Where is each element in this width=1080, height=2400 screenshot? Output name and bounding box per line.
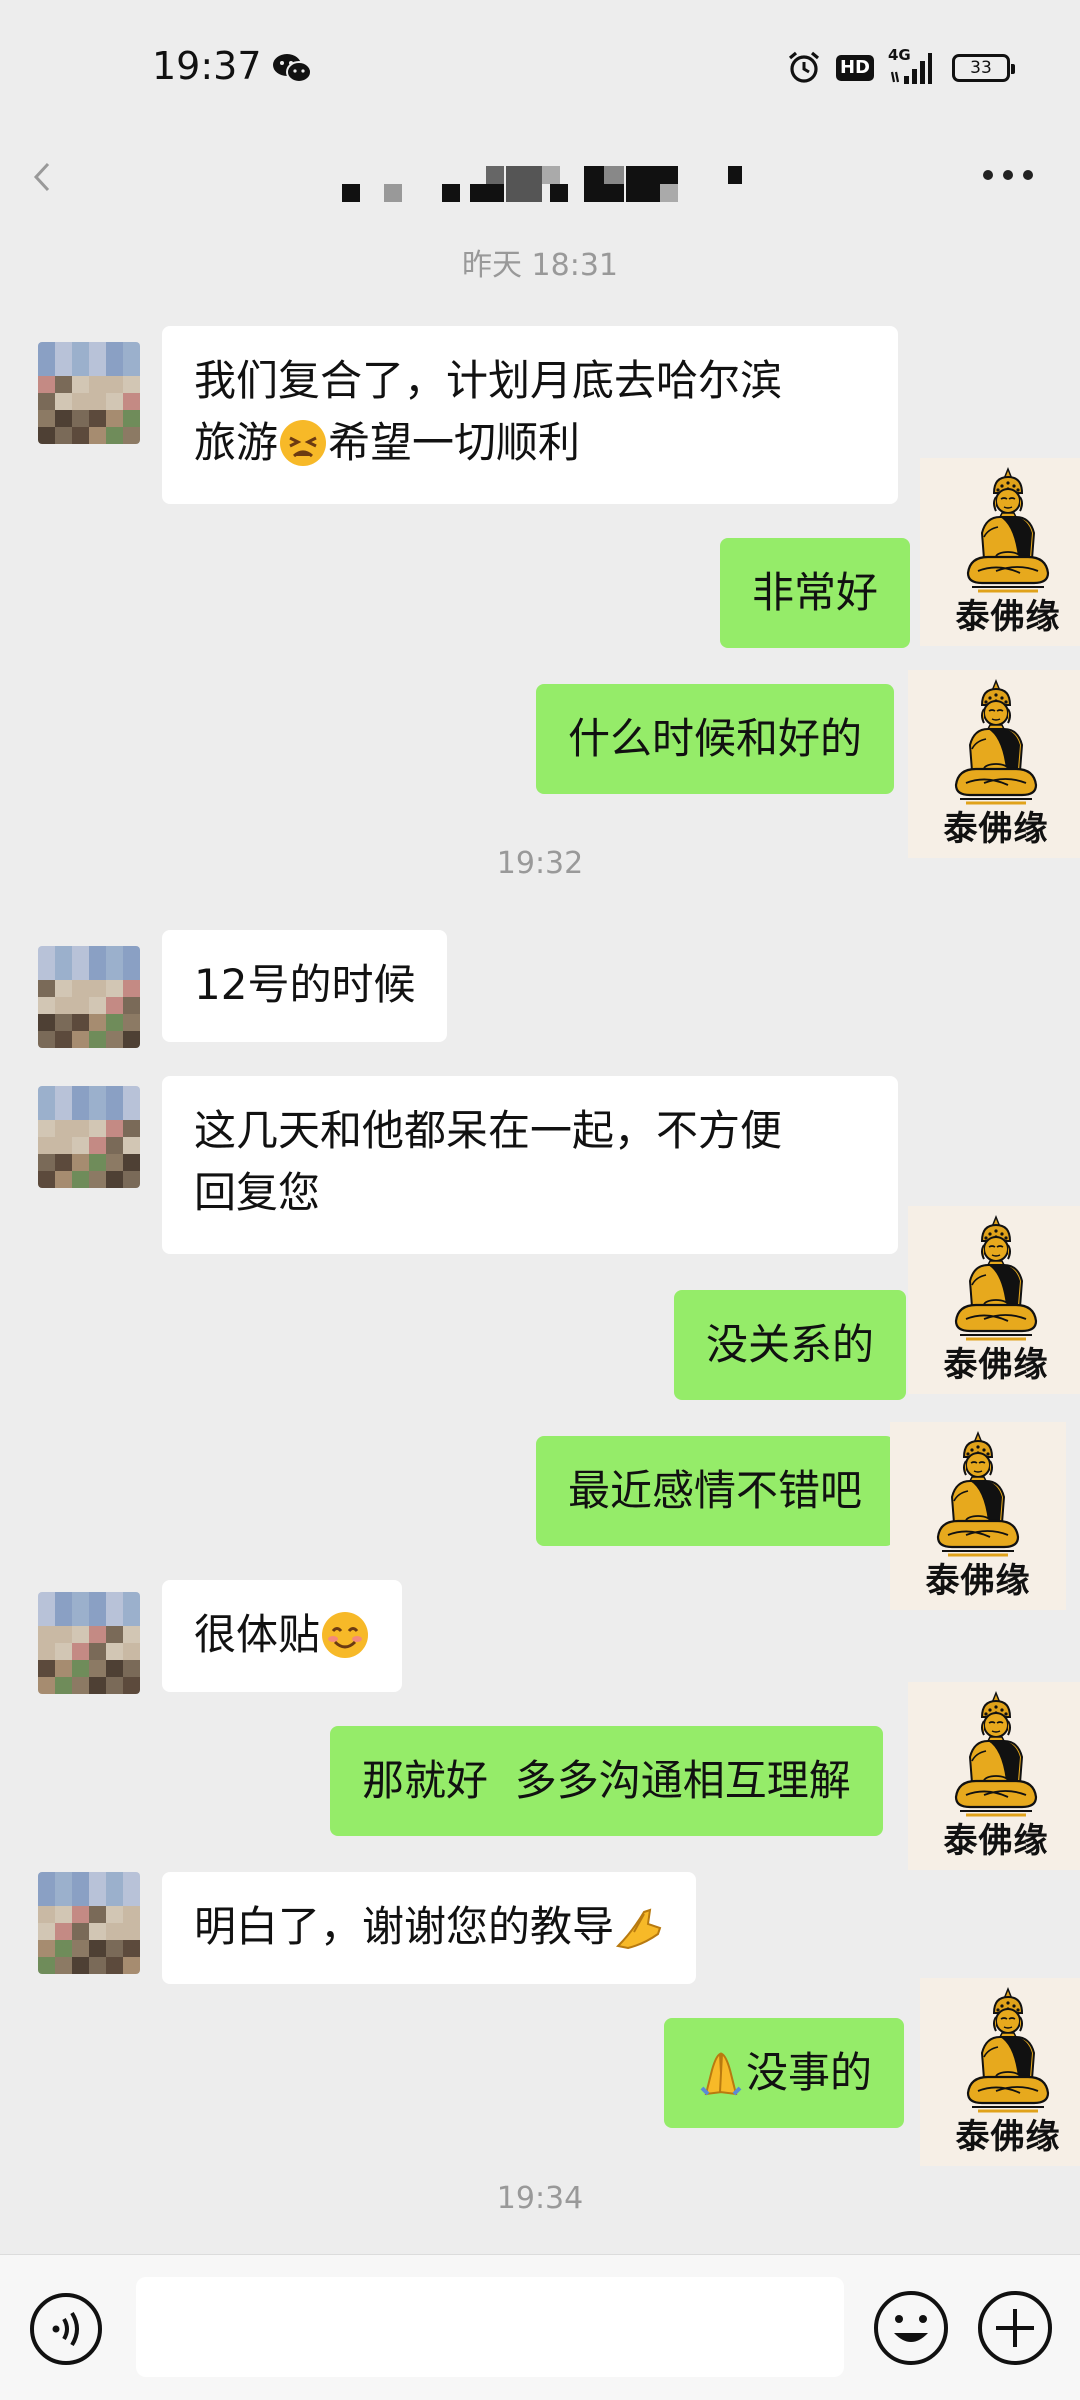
my-avatar[interactable]: 泰佛缘: [920, 458, 1080, 646]
chat-screen: 19:37 HD 4G 33 昨天 18:31 19:32 19:34 我们复合…: [0, 0, 1080, 2400]
my-avatar-label: 泰佛缘: [943, 1821, 1049, 1861]
my-avatar-label: 泰佛缘: [943, 1345, 1049, 1385]
folded-hands-emoji: [700, 2051, 742, 2095]
message-bubble-incoming[interactable]: 12号的时候: [162, 930, 448, 1042]
contact-avatar[interactable]: [38, 1086, 140, 1188]
message-bubble-incoming[interactable]: 很体贴: [162, 1580, 403, 1692]
message-bubble-outgoing[interactable]: 那就好 多多沟通相互理解: [330, 1726, 883, 1836]
status-bar: 19:37 HD 4G 33: [0, 0, 1080, 140]
plus-circle-icon[interactable]: [976, 2289, 1054, 2367]
contact-avatar[interactable]: [38, 1872, 140, 1974]
my-avatar-label: 泰佛缘: [955, 2117, 1061, 2157]
my-avatar[interactable]: 泰佛缘: [920, 1978, 1080, 2166]
status-time: 19:37: [152, 44, 262, 88]
message-text: 旅游 希望一切顺利: [194, 418, 581, 467]
chevron-left-icon[interactable]: [30, 160, 54, 194]
input-bar: [0, 2254, 1080, 2400]
message-bubble-incoming[interactable]: 这几天和他都呆在一起，不方便 回复您: [162, 1076, 898, 1254]
contact-avatar[interactable]: [38, 946, 140, 1048]
message-text: 明白了，谢谢您的教导: [194, 1902, 615, 1951]
contact-avatar[interactable]: [38, 1592, 140, 1694]
message-text: 没事的: [746, 2048, 873, 2097]
message-text: 最近感情不错吧: [568, 1466, 863, 1515]
my-avatar[interactable]: 泰佛缘: [908, 1206, 1080, 1394]
my-avatar-label: 泰佛缘: [943, 809, 1049, 849]
my-avatar-label: 泰佛缘: [955, 597, 1061, 637]
message-text: 非常好: [752, 568, 879, 617]
signal-strength-icon: 4G: [888, 46, 932, 86]
message-text: 很体贴: [194, 1610, 321, 1659]
my-avatar-label: 泰佛缘: [925, 1561, 1031, 1601]
message-bubble-incoming[interactable]: 我们复合了，计划月底去哈尔滨 旅游 希望一切顺利: [162, 326, 898, 504]
message-text: 没关系的: [706, 1320, 875, 1369]
message-bubble-outgoing[interactable]: 没事的: [664, 2018, 905, 2128]
more-dots-icon[interactable]: [982, 168, 1034, 182]
smiley-icon[interactable]: [872, 2289, 950, 2367]
my-avatar[interactable]: 泰佛缘: [908, 670, 1080, 858]
voice-icon[interactable]: [28, 2291, 104, 2367]
message-text: 12号的时候: [194, 960, 416, 1009]
message-text: 那就好 多多沟通相互理解: [362, 1756, 851, 1805]
message-bubble-outgoing[interactable]: 没关系的: [674, 1290, 907, 1400]
message-text: 什么时候和好的: [568, 714, 863, 763]
message-input[interactable]: [136, 2277, 844, 2377]
folded-hands-emoji: [615, 1908, 662, 1949]
battery-indicator: 33: [952, 54, 1015, 82]
message-text: 回复您: [194, 1168, 321, 1217]
tired-face-emoji: [280, 419, 327, 466]
contact-avatar[interactable]: [38, 342, 140, 444]
wechat-icon: [273, 54, 312, 83]
my-avatar[interactable]: 泰佛缘: [908, 1682, 1080, 1870]
hd-badge: HD: [835, 55, 874, 81]
timestamp: 昨天 18:31: [462, 248, 618, 283]
timestamp: 19:34: [496, 2181, 584, 2216]
chat-header: [0, 120, 1080, 236]
message-text: 我们复合了，计划月底去哈尔滨: [194, 356, 783, 405]
message-bubble-incoming[interactable]: 明白了，谢谢您的教导: [162, 1872, 697, 1984]
status-icons: HD 4G 33: [786, 46, 1015, 88]
my-avatar[interactable]: 泰佛缘: [890, 1422, 1066, 1610]
message-text: 这几天和他都呆在一起，不方便: [194, 1106, 783, 1155]
contact-name-pixelated: [300, 150, 780, 210]
message-bubble-outgoing[interactable]: 最近感情不错吧: [536, 1436, 895, 1546]
message-bubble-outgoing[interactable]: 什么时候和好的: [536, 684, 895, 794]
alarm-clock-icon: [788, 51, 820, 83]
message-bubble-outgoing[interactable]: 非常好: [720, 538, 911, 648]
smiling-face-emoji: [322, 1611, 369, 1658]
